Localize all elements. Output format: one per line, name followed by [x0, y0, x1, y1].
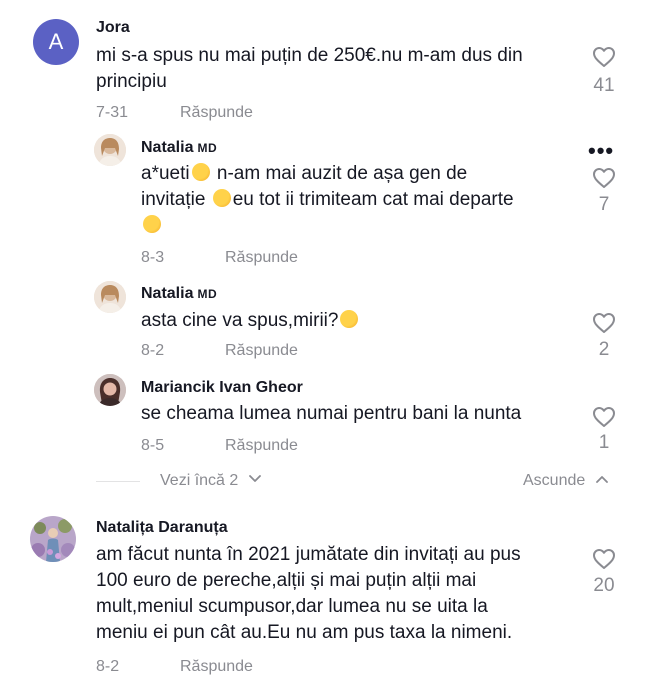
reply-author[interactable]: Mariancik Ivan Gheor: [141, 379, 303, 397]
author-name: Natalia: [141, 285, 194, 302]
like-button[interactable]: [589, 46, 619, 68]
heart-outline-icon: [593, 168, 615, 188]
chevron-up-icon: [595, 476, 608, 483]
heart-outline-icon: [593, 47, 615, 67]
chevron-down-icon: [248, 475, 261, 482]
hide-label: Ascunde: [523, 472, 586, 489]
comment-text-line: principiu: [96, 71, 167, 92]
thread-divider: [96, 481, 140, 482]
reply-button[interactable]: Răspunde: [225, 437, 298, 455]
sweat-smile-emoji-icon: [212, 189, 231, 207]
author-tag: MD: [197, 287, 218, 301]
hide-replies-button[interactable]: Ascunde: [523, 472, 608, 490]
like-count: 2: [598, 339, 610, 360]
avatar-letter: A: [48, 29, 64, 54]
heart-outline-icon: [593, 407, 615, 427]
avatar-photo: [94, 134, 126, 166]
reply-text-line: [141, 213, 163, 239]
view-more-label: Vezi încă 2: [160, 472, 239, 489]
reply-author[interactable]: Natalia MD: [141, 285, 217, 303]
avatar[interactable]: [94, 281, 126, 313]
comment-text-line: mult,meniul scumpusor,dar lumea nu se ui…: [96, 596, 488, 617]
reply-button[interactable]: Răspunde: [180, 658, 253, 676]
sweat-smile-emoji-icon: [143, 215, 161, 233]
grin-emoji-icon: [340, 310, 359, 328]
avatar-photo: [94, 281, 126, 313]
reply-date: 8-2: [141, 342, 165, 359]
avatar[interactable]: [94, 134, 126, 166]
like-count: 1: [598, 432, 610, 453]
author-tag: MD: [197, 141, 218, 155]
like-count: 20: [593, 575, 615, 596]
avatar-photo: [94, 374, 126, 406]
reply-date: 8-5: [141, 437, 165, 454]
comment-text-line: 100 euro de pereche,alții și mai puțin a…: [96, 570, 477, 591]
avatar[interactable]: [94, 374, 126, 406]
reply-text-line: se cheama lumea numai pentru bani la nun…: [141, 403, 522, 424]
more-dots-icon[interactable]: •••: [588, 138, 614, 164]
reply-text-line: asta cine va spus,mirii?: [141, 308, 360, 334]
reply-button[interactable]: Răspunde: [180, 104, 253, 122]
author-name: Natalia: [141, 139, 194, 156]
reply-button[interactable]: Răspunde: [225, 342, 298, 360]
heart-outline-icon: [593, 549, 615, 569]
comment-date: 8-2: [96, 658, 120, 675]
avatar[interactable]: [30, 516, 76, 562]
reply-text-line: invitație eu tot ii trimiteam cat mai de…: [141, 189, 514, 210]
comment-author[interactable]: Natalița Daranuța: [96, 519, 228, 537]
reply-button[interactable]: Răspunde: [225, 249, 298, 267]
reply-author[interactable]: Natalia MD: [141, 139, 217, 157]
reply-text-line: a*ueti n-am mai auzit de așa gen de: [141, 163, 468, 184]
rofl-emoji-icon: [191, 163, 210, 181]
comment-date: 7-31: [96, 104, 129, 121]
comment-author[interactable]: Jora: [96, 19, 130, 37]
heart-outline-icon: [593, 313, 615, 333]
avatar[interactable]: A: [33, 19, 79, 65]
avatar-photo: [30, 516, 76, 562]
comment-text-line: am făcut nunta în 2021 jumătate din invi…: [96, 544, 521, 565]
like-button[interactable]: [589, 406, 619, 428]
comment-text-line: meniu ei pun cât au.Eu nu am pus taxa la…: [96, 622, 513, 643]
like-count: 41: [593, 75, 615, 96]
like-button[interactable]: [589, 167, 619, 189]
like-count: 7: [598, 194, 610, 215]
comment-text-line: mi s-a spus nu mai puțin de 250€.nu m-am…: [96, 45, 523, 66]
like-button[interactable]: [589, 548, 619, 570]
view-more-replies-button[interactable]: Vezi încă 2: [160, 472, 261, 490]
reply-date: 8-3: [141, 249, 165, 266]
like-button[interactable]: [589, 312, 619, 334]
